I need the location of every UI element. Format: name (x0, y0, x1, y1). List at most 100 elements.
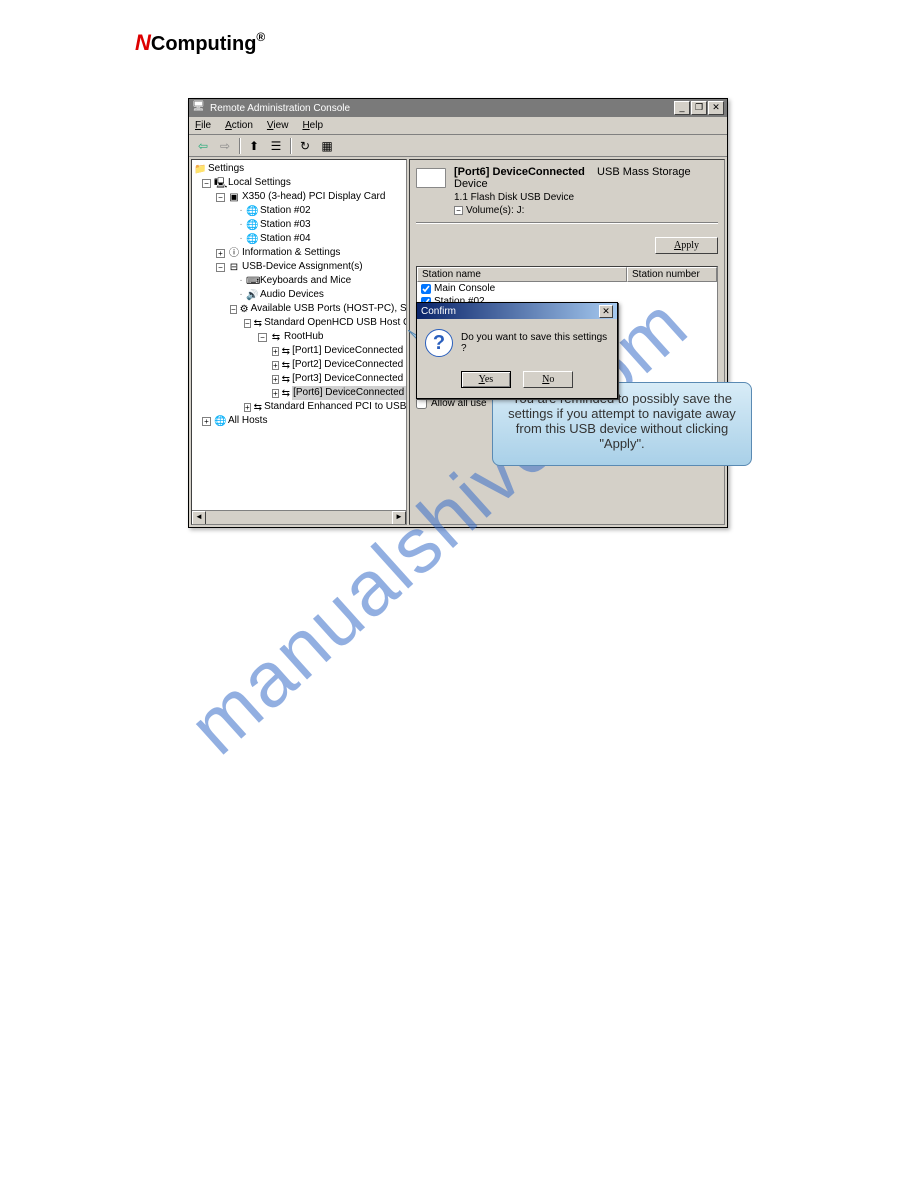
audio-icon: 🔊 (246, 289, 258, 301)
menubar: FFileile Action View Help (189, 117, 727, 135)
minimize-button[interactable]: _ (674, 101, 690, 115)
globe-icon: 🌐 (246, 219, 258, 231)
expand-icon[interactable]: + (272, 361, 279, 370)
apply-button[interactable]: AApplypply (655, 237, 718, 254)
device-header: [Port6] DeviceConnected USB Mass Storage… (416, 166, 718, 223)
controller-icon: ⇆ (254, 317, 262, 329)
collapse-icon[interactable]: − (244, 319, 251, 328)
tree-port-item[interactable]: +⇆[Port1] DeviceConnected : U (194, 344, 404, 358)
collapse-icon[interactable]: − (216, 193, 225, 202)
collapse-icon[interactable]: − (454, 206, 463, 215)
expand-icon[interactable]: + (272, 389, 279, 398)
expand-icon[interactable]: + (244, 403, 251, 412)
brand-logo: NComputing® (135, 30, 265, 56)
station-list-header: Station name Station number (417, 267, 717, 282)
tree-port-item-selected[interactable]: +⇆[Port6] DeviceConnected : U (194, 386, 404, 400)
device-icon: ⇆ (282, 373, 290, 385)
collapse-icon[interactable]: − (202, 179, 211, 188)
collapse-icon[interactable]: − (230, 305, 237, 314)
tree-usb-assignment[interactable]: −⊟USB-Device Assignment(s) (194, 260, 404, 274)
menu-action[interactable]: Action (225, 120, 253, 131)
brand-prefix: N (135, 30, 151, 55)
expand-icon[interactable]: + (216, 249, 225, 258)
tree-panel: 📁Settings −🖳Local Settings −▣X350 (3-hea… (191, 159, 407, 525)
collapse-icon[interactable]: − (216, 263, 225, 272)
up-icon[interactable]: ⬆ (244, 137, 264, 155)
tree-station[interactable]: ·🌐Station #03 (194, 218, 404, 232)
dialog-message: Do you want to save this settings ? (461, 332, 609, 354)
station-row[interactable]: Main Console (417, 282, 717, 295)
drive-icon (416, 168, 446, 188)
tree-local-settings[interactable]: −🖳Local Settings (194, 176, 404, 190)
horizontal-scrollbar[interactable]: ◄ ► (192, 510, 406, 524)
tree-root[interactable]: 📁Settings (194, 162, 404, 176)
menu-view[interactable]: View (267, 120, 289, 131)
app-icon: 🖥 (192, 101, 206, 115)
computer-icon: 🖳 (214, 177, 226, 189)
keyboard-icon: ⌨ (246, 275, 258, 287)
back-icon[interactable]: ⇦ (193, 137, 213, 155)
confirm-dialog: Confirm ✕ ? Do you want to save this set… (416, 302, 618, 399)
tree-port-item[interactable]: +⇆[Port2] DeviceConnected : U (194, 358, 404, 372)
forward-icon[interactable]: ⇨ (215, 137, 235, 155)
question-icon: ? (425, 329, 453, 357)
tree-audio[interactable]: ·🔊Audio Devices (194, 288, 404, 302)
globe-icon: 🌐 (214, 415, 226, 427)
device-title: [Port6] DeviceConnected USB Mass Storage… (454, 166, 718, 190)
tree-port-item[interactable]: +⇆[Port3] DeviceConnected : U (194, 372, 404, 386)
expand-icon[interactable]: + (272, 347, 279, 356)
window-title: Remote Administration Console (210, 103, 674, 114)
tree-display-card[interactable]: −▣X350 (3-head) PCI Display Card (194, 190, 404, 204)
no-button[interactable]: NoNo (523, 371, 573, 388)
dialog-titlebar[interactable]: Confirm ✕ (417, 303, 617, 319)
extra-icon[interactable]: ▦ (317, 137, 337, 155)
device-icon: ⇆ (282, 387, 290, 399)
globe-icon: 🌐 (246, 205, 258, 217)
station-row-label: Main Console (434, 283, 495, 294)
menu-file[interactable]: FFileile (195, 120, 211, 131)
properties-icon[interactable]: ☰ (266, 137, 286, 155)
collapse-icon[interactable]: − (258, 333, 267, 342)
scroll-left-icon[interactable]: ◄ (192, 511, 206, 525)
tree-openhcd[interactable]: −⇆Standard OpenHCD USB Host Control (194, 316, 404, 330)
tree-available-ports[interactable]: −⚙Available USB Ports (HOST-PC), Setting… (194, 302, 404, 316)
tree-info-settings[interactable]: +ⓘInformation & Settings (194, 246, 404, 260)
tree-all-hosts[interactable]: +🌐All Hosts (194, 414, 404, 428)
device-icon: ⇆ (282, 359, 290, 371)
tree-enhanced-pci[interactable]: +⇆Standard Enhanced PCI to USB Host (194, 400, 404, 414)
dialog-close-icon[interactable]: ✕ (599, 305, 613, 318)
expand-icon[interactable]: + (272, 375, 279, 384)
column-station-number[interactable]: Station number (627, 267, 717, 282)
close-button[interactable]: ✕ (708, 101, 724, 115)
tree-station[interactable]: ·🌐Station #04 (194, 232, 404, 246)
usb-icon: ⊟ (228, 261, 240, 273)
expand-icon[interactable]: + (202, 417, 211, 426)
controller-icon: ⇆ (254, 401, 262, 413)
toolbar-separator (239, 138, 240, 154)
column-station-name[interactable]: Station name (417, 267, 627, 282)
device-volume: −Volume(s): J: (454, 205, 718, 216)
tree-station[interactable]: ·🌐Station #02 (194, 204, 404, 218)
station-checkbox[interactable] (421, 284, 431, 294)
toolbar: ⇦ ⇨ ⬆ ☰ ↻ ▦ (189, 135, 727, 157)
scroll-right-icon[interactable]: ► (392, 511, 406, 525)
hub-icon: ⇆ (270, 331, 282, 343)
tree-keyboards[interactable]: ·⌨Keyboards and Mice (194, 274, 404, 288)
brand-name: Computing (151, 33, 257, 55)
titlebar[interactable]: 🖥 Remote Administration Console _ ❐ ✕ (189, 99, 727, 117)
maximize-button[interactable]: ❐ (691, 101, 707, 115)
tree-roothub[interactable]: −⇆RootHub (194, 330, 404, 344)
menu-help[interactable]: Help (302, 120, 323, 131)
yes-button[interactable]: YesYes (461, 371, 512, 388)
port-icon: ⚙ (240, 303, 249, 315)
card-icon: ▣ (228, 191, 240, 203)
folder-icon: 📁 (194, 163, 206, 175)
refresh-icon[interactable]: ↻ (295, 137, 315, 155)
dialog-title: Confirm (421, 306, 456, 317)
registered-mark: ® (256, 30, 265, 44)
device-subtitle: 1.1 Flash Disk USB Device (454, 192, 718, 203)
globe-icon: 🌐 (246, 233, 258, 245)
info-icon: ⓘ (228, 247, 240, 259)
toolbar-separator (290, 138, 291, 154)
callout-text: You are reminded to possibly save the se… (508, 391, 736, 451)
